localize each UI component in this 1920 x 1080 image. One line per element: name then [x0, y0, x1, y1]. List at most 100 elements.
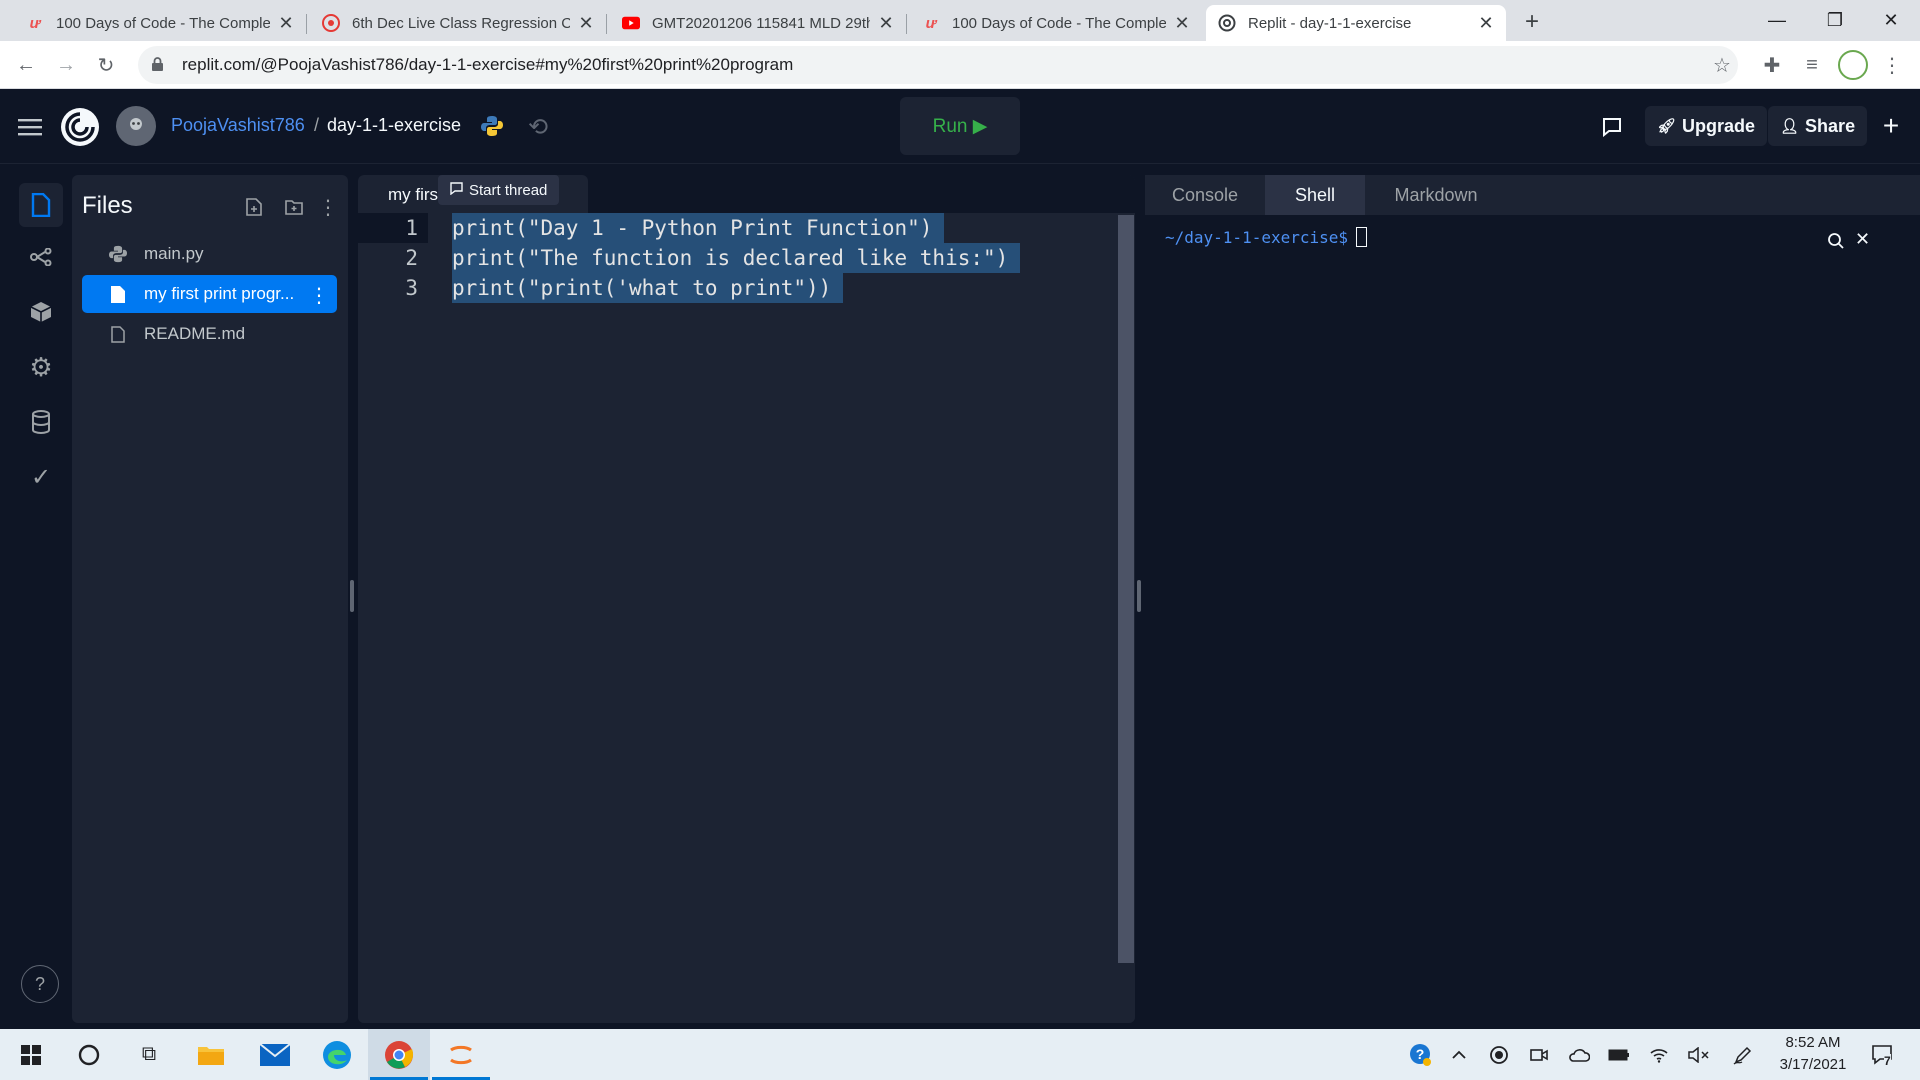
shell-prompt: ~/day-1-1-exercise$ — [1165, 227, 1349, 247]
more-options-icon[interactable]: ⋮ — [316, 195, 340, 219]
new-folder-icon[interactable] — [282, 195, 306, 219]
comment-icon — [450, 181, 463, 199]
mail-icon[interactable] — [244, 1029, 306, 1080]
udemy-icon: ư — [29, 14, 41, 32]
search-circle-icon[interactable] — [58, 1029, 120, 1080]
file-item-readme[interactable]: README.md — [82, 315, 337, 353]
editor-scrollbar-thumb[interactable] — [1118, 215, 1134, 963]
settings-gear-icon[interactable]: ⚙ — [24, 350, 58, 384]
search-icon[interactable] — [1827, 232, 1847, 252]
file-name: README.md — [144, 324, 246, 343]
history-icon[interactable]: ⟲ — [524, 113, 552, 141]
chat-icon[interactable] — [1598, 113, 1626, 141]
close-icon[interactable]: ✕ — [878, 13, 894, 34]
speaker-muted-icon[interactable] — [1686, 1042, 1712, 1068]
notification-center-icon[interactable]: 7 — [1868, 1042, 1898, 1068]
media-control-icon[interactable]: ≡ — [1796, 49, 1828, 81]
share-button[interactable]: 👤︎ Share — [1768, 106, 1868, 146]
close-icon[interactable]: ✕ — [578, 13, 594, 34]
files-resize-handle[interactable] — [350, 580, 354, 612]
replit-header: PoojaVashist786 / day-1-1-exercise ⟲ Run… — [0, 89, 1920, 164]
left-rail: ⚙ ✓ ? — [10, 175, 72, 1023]
address-bar[interactable]: replit.com/@PoojaVashist786/day-1-1-exer… — [138, 46, 1738, 84]
record-icon[interactable] — [1486, 1042, 1512, 1068]
file-outline-icon — [108, 325, 128, 343]
task-view-icon[interactable]: ⧉ — [118, 1029, 180, 1080]
restore-icon[interactable]: ❐ — [1806, 0, 1864, 41]
database-icon[interactable] — [24, 405, 58, 439]
file-options-icon[interactable]: ⋮ — [309, 283, 329, 308]
jupyter-icon[interactable] — [430, 1029, 492, 1080]
upgrade-button[interactable]: 🚀︎ Upgrade — [1645, 106, 1768, 146]
file-item-my-first-print-program[interactable]: my first print progr... ⋮ — [82, 275, 337, 313]
close-icon[interactable]: ✕ — [1174, 13, 1190, 34]
back-icon[interactable]: ← — [10, 49, 42, 81]
browser-tab-1[interactable]: ư 100 Days of Code - The Complete ✕ — [14, 5, 306, 41]
tab-console[interactable]: Console — [1145, 175, 1265, 215]
bookmark-star-icon[interactable]: ☆ — [1706, 49, 1738, 81]
clear-close-icon[interactable]: ✕ — [1855, 229, 1875, 249]
help-button[interactable]: ? — [21, 965, 59, 1003]
tab-shell[interactable]: Shell — [1265, 175, 1365, 215]
wifi-icon[interactable] — [1646, 1042, 1672, 1068]
tab-title: 100 Days of Code - The Complete — [952, 14, 1166, 32]
browser-tab-2[interactable]: 6th Dec Live Class Regression Co ✕ — [310, 5, 606, 41]
code-text: print("print('what to print")) — [452, 273, 844, 303]
code-area[interactable]: 1 print("Day 1 - Python Print Function")… — [358, 213, 1118, 1023]
svg-text:?: ? — [1416, 1046, 1425, 1062]
chevron-up-icon[interactable] — [1446, 1042, 1472, 1068]
terminal-cursor — [1356, 227, 1368, 247]
code-line: 1 print("Day 1 - Python Print Function") — [358, 213, 945, 243]
close-icon[interactable]: ✕ — [1478, 13, 1494, 34]
terminal[interactable]: ~/day-1-1-exercise$ — [1165, 227, 1368, 247]
udemy-icon: ư — [925, 14, 937, 32]
replit-logo-icon[interactable] — [58, 105, 102, 149]
pen-icon[interactable] — [1730, 1042, 1756, 1068]
repl-name[interactable]: day-1-1-exercise — [327, 115, 461, 136]
new-tab-button[interactable]: + — [1516, 6, 1548, 38]
code-line: 2 print("The function is declared like t… — [358, 243, 1021, 273]
replit-icon — [1218, 14, 1236, 32]
clock-time[interactable]: 8:52 AM — [1768, 1034, 1858, 1051]
tab-markdown[interactable]: Markdown — [1365, 175, 1507, 215]
editor-tab-label: my firs — [388, 185, 439, 204]
files-icon[interactable] — [19, 183, 63, 227]
checkmark-icon[interactable]: ✓ — [24, 460, 58, 494]
browser-tab-5-active[interactable]: Replit - day-1-1-exercise ✕ — [1206, 5, 1506, 41]
meet-icon[interactable] — [1526, 1042, 1552, 1068]
onedrive-cloud-icon[interactable] — [1566, 1042, 1592, 1068]
files-panel: Files ⋮ main.py my first print progr... … — [72, 175, 348, 1023]
file-item-main-py[interactable]: main.py — [82, 235, 337, 273]
close-icon[interactable]: ✕ — [278, 13, 294, 34]
hamburger-menu-icon[interactable] — [16, 113, 44, 141]
help-tray-icon[interactable]: ? — [1408, 1042, 1434, 1068]
tab-separator — [606, 14, 607, 34]
version-control-icon[interactable] — [24, 240, 58, 274]
forward-icon[interactable]: → — [50, 49, 82, 81]
add-icon[interactable]: + — [1876, 110, 1906, 141]
new-file-icon[interactable] — [242, 195, 266, 219]
browser-tab-3[interactable]: GMT20201206 115841 MLD 29th ✕ — [610, 5, 906, 41]
chrome-menu-icon[interactable]: ⋮ — [1876, 49, 1908, 81]
battery-icon[interactable] — [1606, 1042, 1632, 1068]
packages-icon[interactable] — [24, 295, 58, 329]
browser-toolbar: ← → ↻ replit.com/@PoojaVashist786/day-1-… — [0, 41, 1920, 89]
profile-avatar[interactable] — [1838, 50, 1868, 80]
window-close-icon[interactable]: ✕ — [1862, 0, 1920, 41]
start-thread-tooltip[interactable]: Start thread — [438, 175, 560, 205]
browser-tab-4[interactable]: ư 100 Days of Code - The Complete ✕ — [910, 5, 1202, 41]
clock-date[interactable]: 3/17/2021 — [1768, 1056, 1858, 1073]
reload-icon[interactable]: ↻ — [90, 49, 122, 81]
run-button[interactable]: Run ▶ — [900, 97, 1020, 155]
line-number: 3 — [405, 276, 418, 300]
extensions-icon[interactable]: ✚ — [1756, 49, 1788, 81]
editor-tab-bar: my firs Start thread — [358, 175, 1135, 213]
windows-start-icon[interactable] — [0, 1029, 62, 1080]
editor-resize-handle[interactable] — [1137, 580, 1141, 612]
chrome-icon[interactable] — [368, 1029, 430, 1080]
user-avatar[interactable] — [116, 106, 156, 146]
file-explorer-icon[interactable] — [180, 1029, 242, 1080]
minimize-icon[interactable]: — — [1748, 0, 1806, 41]
username-link[interactable]: PoojaVashist786 — [171, 115, 305, 136]
edge-browser-icon[interactable] — [306, 1029, 368, 1080]
